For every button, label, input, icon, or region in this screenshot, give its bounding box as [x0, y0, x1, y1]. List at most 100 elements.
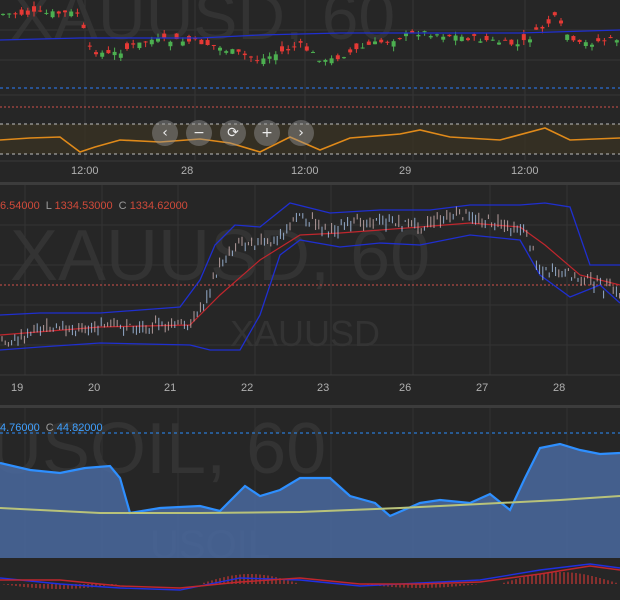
candle-body [366, 41, 371, 45]
top-chart-canvas[interactable] [0, 0, 620, 182]
bottom-ohlc-readout: 4.76000 C 44.82000 [0, 422, 103, 434]
bollinger-basis-line [0, 222, 620, 336]
time-axis-label: 21 [164, 382, 177, 394]
time-axis-label: 23 [317, 382, 330, 394]
candle-body [143, 41, 148, 43]
candle-body [559, 20, 563, 24]
candle-body [137, 42, 142, 49]
candle-body [224, 51, 229, 53]
candle-body [19, 9, 24, 15]
candle-body [242, 53, 247, 56]
candle-body [435, 34, 439, 36]
candle-body [187, 36, 191, 42]
candle-body [552, 12, 557, 16]
candle-body [335, 55, 340, 60]
reset-zoom-button[interactable]: ⟳ [220, 120, 246, 146]
time-axis-label: 26 [399, 382, 412, 394]
ohlc-low: 1334.53000 [54, 200, 113, 212]
candle-body [286, 49, 291, 51]
bottom-chart-pane[interactable]: USOIL, 60 USOIL [0, 408, 620, 600]
candle-body [428, 36, 433, 38]
time-axis-label: 12:00 [291, 165, 319, 177]
candle-body [298, 41, 303, 43]
candle-body [50, 11, 55, 18]
candle-body [441, 36, 446, 40]
candle-body [447, 34, 452, 37]
candle-body [168, 41, 173, 47]
candle-body [571, 36, 576, 41]
candle-body [608, 37, 613, 39]
candle-body [391, 41, 396, 47]
bollinger-upper-band [0, 202, 620, 316]
ohlc-close: 1334.62000 [129, 200, 188, 212]
candle-body [416, 34, 421, 37]
candle-body [329, 58, 334, 64]
middle-chart-pane[interactable]: XAUUSD, 60 XAUUSD 19 20 21 22 23 26 27 28 [0, 185, 620, 405]
time-axis-label: 19 [11, 382, 24, 394]
candle-body [236, 49, 241, 52]
candle-body [490, 39, 495, 41]
middle-chart-canvas[interactable] [0, 185, 620, 405]
candle-body [348, 49, 353, 53]
candle-body [249, 56, 253, 58]
zoom-in-button[interactable]: + [254, 120, 280, 146]
top-chart-pane[interactable]: XAUUSD, 60 ‹ − ⟳ + › 12:00 28 12:00 29 12:00 [0, 0, 620, 182]
candle-body [602, 40, 607, 42]
candle-body [534, 27, 539, 30]
candle-body [614, 40, 619, 43]
candle-body [94, 52, 98, 55]
bottom-chart-canvas[interactable] [0, 408, 620, 600]
candle-body [180, 41, 185, 46]
candle-body [590, 44, 594, 47]
candle-body [112, 51, 117, 56]
candle-body [81, 24, 86, 29]
candle-body [373, 41, 377, 45]
candle-body [106, 50, 111, 54]
ohlc-open: 6.54000 [0, 200, 40, 212]
candle-body [577, 39, 582, 42]
candle-body [311, 52, 315, 54]
candle-body [509, 39, 514, 45]
candle-body [422, 31, 427, 33]
candle-body [32, 6, 36, 12]
candle-body [515, 44, 520, 47]
candle-body [503, 39, 508, 41]
candle-body [149, 39, 154, 45]
candle-body [255, 60, 260, 62]
time-axis-label: 22 [241, 382, 254, 394]
candle-body [56, 11, 61, 14]
candle-body [230, 49, 235, 54]
candle-body [317, 60, 322, 62]
candle-body [100, 52, 105, 57]
candle-body [25, 10, 30, 15]
zoom-out-button[interactable]: − [186, 120, 212, 146]
candle-body [267, 56, 272, 59]
scroll-left-button[interactable]: ‹ [152, 120, 178, 146]
candle-body [397, 38, 402, 40]
candle-body [404, 33, 408, 37]
candle-body [583, 42, 588, 46]
time-axis-label: 27 [476, 382, 489, 394]
candle-body [478, 41, 483, 43]
candle-body [13, 13, 18, 15]
candle-body [131, 43, 136, 45]
candle-body [497, 42, 501, 45]
candle-body [280, 46, 284, 52]
time-axis-label: 20 [88, 382, 101, 394]
ohlc-open: 4.76000 [0, 422, 40, 434]
ohlc-low-label: L [45, 200, 52, 212]
candle-body [484, 35, 489, 41]
time-axis-label: 12:00 [511, 165, 539, 177]
time-axis-label: 29 [399, 165, 412, 177]
candle-body [459, 36, 464, 42]
candle-body [7, 13, 12, 15]
candle-body [1, 13, 5, 15]
scroll-right-button[interactable]: › [288, 120, 314, 146]
candle-body [273, 54, 278, 61]
time-axis-label: 28 [181, 165, 194, 177]
candle-body [472, 34, 477, 36]
candle-body [546, 19, 551, 24]
candle-body [261, 58, 266, 65]
candle-body [521, 34, 526, 41]
candle-body [205, 40, 210, 46]
